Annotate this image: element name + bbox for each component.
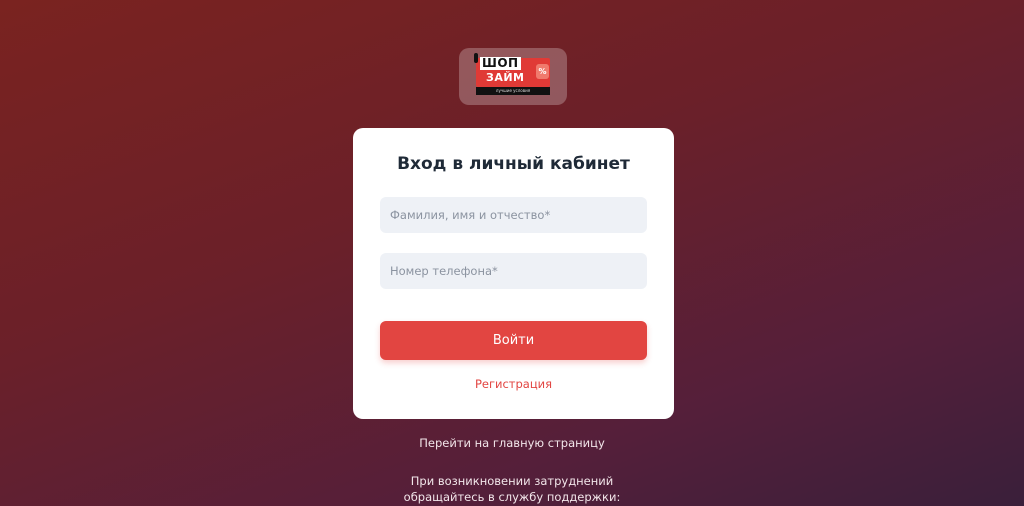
percent-tag-icon: % (536, 64, 549, 79)
logo-text-bottom: ЗАЙМ (486, 71, 525, 84)
page-title: Вход в личный кабинет (397, 154, 630, 174)
login-card: Вход в личный кабинет Войти Регистрация (353, 128, 674, 419)
login-button[interactable]: Войти (380, 321, 647, 360)
support-text: При возникновении затруднений обращайтес… (0, 473, 1024, 505)
support-line-1: При возникновении затруднений (410, 474, 614, 488)
shopzaim-logo: ШОП ЗАЙМ % лучшие условия (474, 53, 552, 95)
home-page-link[interactable]: Перейти на главную страницу (0, 436, 1024, 450)
full-name-input[interactable] (380, 197, 647, 233)
logo-container[interactable]: ШОП ЗАЙМ % лучшие условия (459, 48, 567, 105)
phone-input[interactable] (380, 253, 647, 289)
logo-slogan: лучшие условия (476, 87, 550, 95)
register-link[interactable]: Регистрация (353, 377, 674, 391)
support-line-2: обращайтесь в службу поддержки: (403, 490, 621, 504)
logo-pin-icon (474, 53, 478, 63)
logo-text-top: ШОП (480, 56, 521, 70)
